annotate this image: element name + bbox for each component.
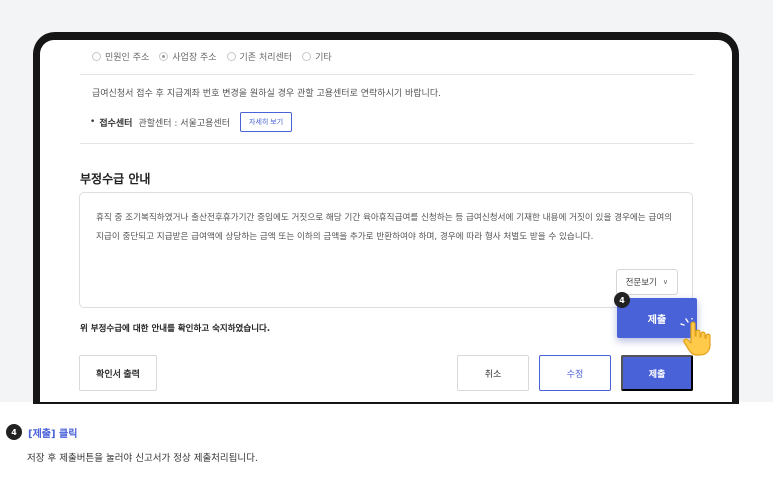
radio-label: 기존 처리센터 [239,53,293,63]
radio-other[interactable]: 기타 [302,50,332,63]
fraud-notice-box: 휴직 중 조기복직하였거나 출산전후휴가기간 중임에도 거짓으로 해당 기간 육… [79,192,693,308]
view-full-text-button[interactable]: 전문보기 ∨ [615,269,678,295]
form-screen: 민원인 주소 사업장 주소 기존 처리센터 기타 급여신청서 접수 후 지급계좌… [40,40,732,402]
caption-description: 저장 후 제출버튼을 눌러야 신고서가 정상 제출처리됩니다. [27,453,258,464]
chevron-down-icon: ∨ [662,279,668,286]
radio-circle-icon[interactable] [92,52,101,61]
step-caption: 4 [제출] 클릭 [6,424,77,440]
step-number-badge: 4 [6,424,22,440]
radio-label: 사업장 주소 [172,53,217,63]
edit-button[interactable]: 수정 [539,355,611,391]
account-change-notice: 급여신청서 접수 후 지급계좌 번호 변경을 원하실 경우 관할 고용센터로 연… [92,89,441,99]
radio-label: 민원인 주소 [105,53,150,63]
radio-existing-center[interactable]: 기존 처리센터 [226,50,293,63]
bullet: • [90,117,96,127]
radio-circle-checked-icon[interactable] [159,52,169,61]
pointer-hand-icon [680,318,711,356]
print-confirmation-button[interactable]: 확인서 출력 [79,355,157,391]
radio-circle-icon[interactable] [226,52,236,61]
reception-center-value: 관할센터 : 서울고용센터 [138,118,230,129]
divider [80,143,694,144]
radio-applicant-address[interactable]: 민원인 주소 [92,50,149,63]
address-radio-group: 민원인 주소 사업장 주소 기존 처리센터 기타 [92,50,342,63]
section-title: 부정수급 안내 [80,172,151,186]
radio-label: 기타 [315,53,332,63]
step-number-badge: 4 [614,292,630,308]
radio-circle-icon[interactable] [302,52,312,61]
reception-center-row: • 접수센터 관할센터 : 서울고용센터 자세히 보기 [90,112,293,132]
reception-center-label: 접수센터 [99,118,133,129]
radio-workplace-address[interactable]: 사업장 주소 [159,50,217,63]
divider [80,74,694,75]
view-details-button[interactable]: 자세히 보기 [240,112,293,132]
cancel-button[interactable]: 취소 [457,355,529,391]
view-full-text-label: 전문보기 [625,277,657,287]
submit-button[interactable]: 제출 [621,355,693,391]
confirm-statement: 위 부정수급에 대한 안내를 확인하고 숙지하였습니다. [80,324,271,334]
fraud-notice-text: 휴직 중 조기복직하였거나 출산전후휴가기간 중임에도 거짓으로 해당 기간 육… [96,213,673,242]
caption-title: [제출] 클릭 [28,428,78,440]
